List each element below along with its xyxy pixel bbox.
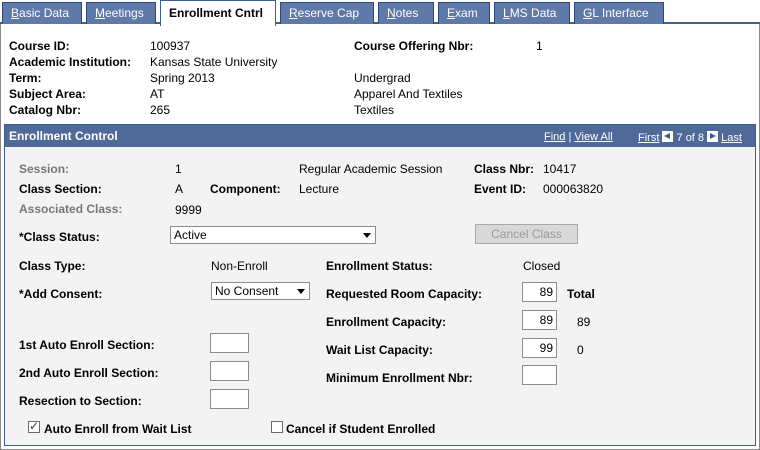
wait-list-capacity-label: Wait List Capacity: xyxy=(326,343,433,357)
event-id-value: 000063820 xyxy=(543,182,604,196)
add-consent-value: No Consent xyxy=(215,284,279,298)
session-value: 1 xyxy=(175,162,182,176)
enrollment-status-label: Enrollment Status: xyxy=(326,259,433,273)
catalog-description: Textiles xyxy=(354,103,395,117)
second-auto-enroll-input[interactable] xyxy=(210,361,249,381)
tab-basic-data[interactable]: Basic Data xyxy=(2,2,82,24)
resection-input[interactable] xyxy=(210,389,249,409)
component-value: Lecture xyxy=(299,182,340,196)
associated-class-value: 9999 xyxy=(175,203,202,217)
institution-value: Kansas State University xyxy=(150,55,278,69)
cancel-if-enrolled-label: Cancel if Student Enrolled xyxy=(286,422,436,436)
term-label: Term: xyxy=(9,71,42,85)
add-consent-select[interactable]: No Consent xyxy=(211,282,310,300)
enrollment-capacity-input[interactable]: 89 xyxy=(522,310,557,330)
catalog-nbr-value: 265 xyxy=(150,103,171,117)
section-title: Enrollment Control xyxy=(9,129,118,143)
class-section-label: Class Section: xyxy=(19,182,102,196)
event-id-label: Event ID: xyxy=(474,182,527,196)
minimum-enrollment-input[interactable] xyxy=(522,365,557,385)
institution-label: Academic Institution: xyxy=(9,55,132,69)
add-consent-label: *Add Consent: xyxy=(19,287,103,301)
class-section-value: A xyxy=(175,182,184,196)
course-offering-value: 1 xyxy=(536,39,543,53)
total-label: Total xyxy=(567,287,595,301)
enrollment-total-value: 89 xyxy=(577,315,591,329)
subject-area-label: Subject Area: xyxy=(9,87,86,101)
tab-gl-interface[interactable]: GL Interface xyxy=(574,2,664,24)
minimum-enrollment-label: Minimum Enrollment Nbr: xyxy=(326,371,473,385)
tab-reserve-cap[interactable]: Reserve Cap xyxy=(280,2,374,24)
tab-lms-data[interactable]: LMS Data xyxy=(494,2,570,24)
tab-strip: Basic Data Meetings Enrollment Cntrl Res… xyxy=(0,0,760,26)
enrollment-capacity-label: Enrollment Capacity: xyxy=(326,315,447,329)
section-header: Enrollment Control Find | View All First… xyxy=(5,125,755,147)
first-auto-enroll-label: 1st Auto Enroll Section: xyxy=(19,338,155,352)
class-type-label: Class Type: xyxy=(19,259,86,273)
class-nbr-label: Class Nbr: xyxy=(474,162,535,176)
last-link[interactable]: Last xyxy=(721,132,742,144)
class-nbr-value: 10417 xyxy=(543,162,577,176)
class-status-value: Active xyxy=(174,228,207,242)
next-arrow-icon[interactable] xyxy=(707,131,719,142)
enrollment-status-value: Closed xyxy=(523,259,561,273)
class-status-select[interactable]: Active xyxy=(170,226,376,244)
session-label: Session: xyxy=(19,162,70,176)
subject-area-value: AT xyxy=(150,87,165,101)
course-offering-label: Course Offering Nbr: xyxy=(354,39,474,53)
section-nav: Find | View All xyxy=(544,131,613,143)
chevron-down-icon xyxy=(363,233,371,238)
wait-list-total-value: 0 xyxy=(577,343,584,357)
catalog-nbr-label: Catalog Nbr: xyxy=(9,103,81,117)
auto-enroll-wait-list-checkbox[interactable] xyxy=(28,419,40,433)
class-status-label: *Class Status: xyxy=(19,230,100,244)
associated-class-label: Associated Class: xyxy=(19,202,123,216)
wait-list-capacity-input[interactable]: 99 xyxy=(522,338,557,358)
component-label: Component: xyxy=(210,182,281,196)
course-id-value: 100937 xyxy=(150,39,191,53)
tab-exam[interactable]: Exam xyxy=(438,2,490,24)
nav-separator: | xyxy=(568,131,572,143)
row-position: 7 of 8 xyxy=(676,132,705,144)
career-value: Undergrad xyxy=(354,71,411,85)
second-auto-enroll-label: 2nd Auto Enroll Section: xyxy=(19,366,159,380)
first-link[interactable]: First xyxy=(638,132,659,144)
view-all-link[interactable]: View All xyxy=(574,131,612,143)
previous-arrow-icon[interactable] xyxy=(662,131,674,142)
row-nav: First 7 of 8 Last xyxy=(638,131,742,144)
auto-enroll-wait-list-label: Auto Enroll from Wait List xyxy=(44,422,192,436)
tab-enrollment-cntrl[interactable]: Enrollment Cntrl xyxy=(160,0,276,26)
requested-room-capacity-label: Requested Room Capacity: xyxy=(326,287,483,301)
tab-meetings[interactable]: Meetings xyxy=(86,2,156,24)
cancel-class-button[interactable]: Cancel Class xyxy=(475,224,578,244)
course-id-label: Course ID: xyxy=(9,39,70,53)
chevron-down-icon xyxy=(297,289,305,294)
cancel-if-enrolled-checkbox[interactable] xyxy=(271,421,283,433)
term-value: Spring 2013 xyxy=(150,71,215,85)
requested-room-capacity-input[interactable]: 89 xyxy=(522,282,557,302)
session-description: Regular Academic Session xyxy=(299,162,443,176)
find-link[interactable]: Find xyxy=(544,131,565,143)
tab-notes[interactable]: Notes xyxy=(378,2,434,24)
class-type-value: Non-Enroll xyxy=(211,259,268,273)
subject-description: Apparel And Textiles xyxy=(354,87,463,101)
resection-label: Resection to Section: xyxy=(19,394,142,408)
first-auto-enroll-input[interactable] xyxy=(210,333,249,353)
